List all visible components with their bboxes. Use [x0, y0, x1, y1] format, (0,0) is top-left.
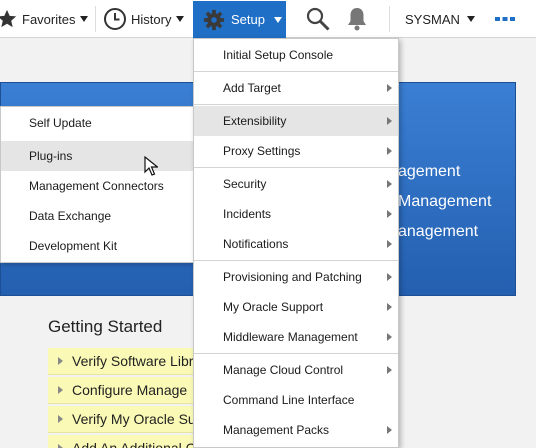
menu-divider — [194, 104, 398, 105]
clock-icon — [104, 8, 126, 30]
menu-item-label: Management Packs — [223, 423, 330, 437]
submenu-item-management-connectors[interactable]: Management Connectors — [1, 171, 194, 201]
chevron-right-icon — [387, 117, 392, 125]
menu-item-manage-cloud-control[interactable]: Manage Cloud Control — [194, 355, 398, 385]
chevron-right-icon — [387, 180, 392, 188]
menu-item-label: Command Line Interface — [223, 393, 355, 407]
gear-icon — [203, 9, 225, 30]
extensibility-submenu: Self Update Plug-ins Management Connecto… — [0, 106, 195, 263]
menu-divider — [194, 260, 398, 261]
star-icon — [0, 9, 17, 28]
menu-item-notifications[interactable]: Notifications — [194, 229, 398, 259]
banner-text-line-3: anagement — [398, 223, 479, 240]
getting-started-item[interactable]: Add An Additional Ora — [48, 435, 200, 448]
getting-started-item[interactable]: Configure Manage — [48, 377, 200, 404]
menu-divider — [194, 71, 398, 72]
chevron-down-icon — [80, 16, 89, 22]
favorites-menu[interactable]: Favorites — [0, 0, 89, 38]
setup-dropdown-menu: Initial Setup Console Add Target Extensi… — [193, 38, 399, 448]
more-icon — [495, 17, 515, 21]
getting-started-title: Getting Started — [48, 317, 163, 336]
menu-item-extensibility[interactable]: Extensibility — [194, 106, 398, 136]
setup-label: Setup — [231, 12, 265, 27]
search-icon — [306, 7, 330, 31]
chevron-right-icon — [387, 426, 392, 434]
submenu-item-data-exchange[interactable]: Data Exchange — [1, 201, 194, 231]
menu-item-label: My Oracle Support — [223, 300, 324, 314]
favorites-label: Favorites — [22, 11, 76, 27]
getting-started-item-label: Configure Manage — [72, 382, 188, 398]
top-toolbar: Favorites History Setup SYSMAN — [0, 0, 536, 38]
chevron-right-icon — [387, 303, 392, 311]
menu-item-label: Incidents — [223, 207, 272, 221]
chevron-down-icon — [273, 16, 282, 23]
getting-started-item[interactable]: Verify Software Libr — [48, 348, 200, 375]
menu-item-label: Provisioning and Patching — [223, 270, 362, 284]
getting-started-item-label: Verify My Oracle Su — [72, 411, 196, 427]
menu-item-middleware-management[interactable]: Middleware Management — [194, 322, 398, 352]
menu-item-my-oracle-support[interactable]: My Oracle Support — [194, 292, 398, 322]
chevron-right-icon — [387, 273, 392, 281]
menu-item-label: Notifications — [223, 237, 289, 251]
menu-item-label: Manage Cloud Control — [223, 363, 344, 377]
menu-divider — [194, 353, 398, 354]
history-label: History — [131, 11, 172, 27]
menu-item-label: Security — [223, 177, 267, 191]
history-menu[interactable]: History — [103, 0, 185, 38]
menu-item-command-line-interface[interactable]: Command Line Interface — [194, 385, 398, 415]
menu-item-label: Add Target — [223, 81, 281, 95]
submenu-item-development-kit[interactable]: Development Kit — [1, 231, 194, 261]
chevron-right-icon — [387, 147, 392, 155]
banner-text-line-2: Management — [398, 193, 492, 210]
getting-started-item-label: Verify Software Libr — [72, 353, 194, 369]
chevron-right-icon — [387, 84, 392, 92]
expand-icon — [58, 415, 63, 423]
chevron-right-icon — [387, 366, 392, 374]
menu-item-incidents[interactable]: Incidents — [194, 199, 398, 229]
search-button[interactable] — [305, 0, 331, 38]
menu-item-label: Middleware Management — [223, 330, 358, 344]
getting-started-item-label: Add An Additional Ora — [72, 440, 200, 448]
submenu-item-plug-ins[interactable]: Plug-ins — [1, 141, 194, 171]
expand-icon — [58, 444, 63, 448]
menu-item-security[interactable]: Security — [194, 169, 398, 199]
submenu-item-label: Management Connectors — [29, 179, 164, 193]
submenu-item-label: Self Update — [29, 116, 92, 130]
menu-divider — [194, 167, 398, 168]
user-label: SYSMAN — [405, 11, 460, 27]
menu-item-label: Extensibility — [223, 114, 287, 128]
menu-item-label: Proxy Settings — [223, 144, 301, 158]
expand-icon — [58, 357, 63, 365]
chevron-right-icon — [387, 333, 392, 341]
user-menu[interactable]: SYSMAN — [405, 0, 475, 38]
banner-text-line-1: agement — [398, 163, 461, 180]
setup-menu-button[interactable]: Setup — [193, 1, 286, 38]
chevron-right-icon — [387, 210, 392, 218]
menu-item-management-packs[interactable]: Management Packs — [194, 415, 398, 445]
chevron-right-icon — [387, 240, 392, 248]
chevron-down-icon — [176, 16, 185, 22]
expand-icon — [58, 386, 63, 394]
submenu-item-label: Data Exchange — [29, 209, 112, 223]
more-button[interactable] — [494, 0, 516, 38]
notifications-button[interactable] — [345, 0, 369, 38]
menu-item-initial-setup-console[interactable]: Initial Setup Console — [194, 40, 398, 70]
menu-item-add-target[interactable]: Add Target — [194, 73, 398, 103]
bell-icon — [348, 8, 366, 31]
menu-item-proxy-settings[interactable]: Proxy Settings — [194, 136, 398, 166]
submenu-item-self-update[interactable]: Self Update — [1, 108, 194, 138]
getting-started-item[interactable]: Verify My Oracle Su — [48, 406, 200, 433]
submenu-item-label: Plug-ins — [29, 149, 73, 163]
menu-item-label: Initial Setup Console — [223, 48, 334, 62]
menu-item-provisioning-and-patching[interactable]: Provisioning and Patching — [194, 262, 398, 292]
toolbar-divider — [95, 6, 96, 32]
toolbar-divider — [389, 6, 390, 32]
submenu-item-label: Development Kit — [29, 239, 118, 253]
mouse-pointer-icon — [144, 156, 158, 176]
chevron-down-icon — [466, 16, 475, 22]
